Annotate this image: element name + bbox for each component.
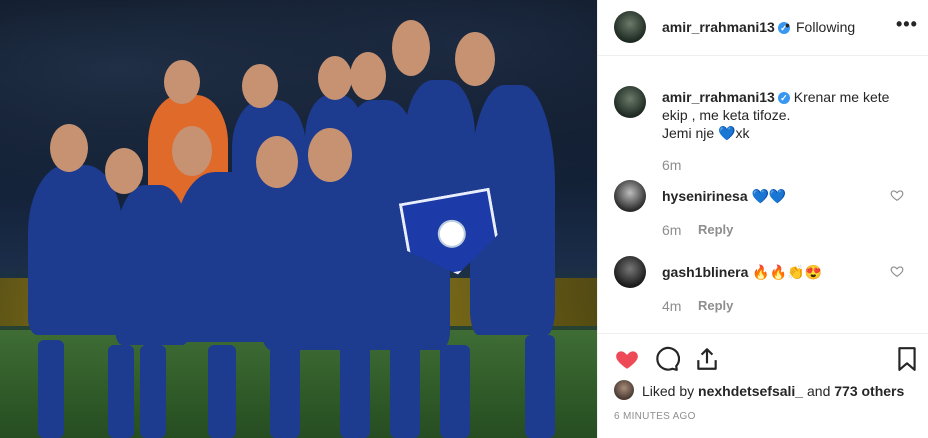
player-head [318,56,352,100]
comment-time: 6m [662,222,682,238]
likes-count[interactable]: 773 others [834,383,904,399]
heart-icon[interactable] [614,346,640,372]
author-avatar[interactable] [614,11,646,43]
following-button[interactable]: Following [796,19,855,35]
player-head [392,20,430,76]
player-head [164,60,200,104]
author-username[interactable]: amir_rrahmani13 ✓ [662,19,790,35]
caption-text: amir_rrahmani13 ✓ Krenar me kete ekip , m… [662,89,890,141]
player-legs [390,345,420,438]
player-legs [140,345,166,438]
caption-avatar[interactable] [614,86,646,118]
comment-body: hyseni​rinesa 💙💙 [662,188,787,204]
player-legs [38,340,64,438]
player-head [350,52,386,100]
post-photo[interactable] [0,0,597,438]
comment-item: hyseni​rinesa 💙💙 6m Reply [614,180,914,240]
comment-time: 4m [662,298,682,314]
player-head [105,148,143,194]
player-head [256,136,298,188]
commenter-avatar[interactable] [614,256,646,288]
player [175,172,275,342]
post-header: amir_rrahmani13 ✓ • Following ••• [598,0,928,56]
comment-item: gash1blinera 🔥🔥👏😍 4m Reply [614,256,914,316]
caption-username[interactable]: amir_rrahmani13 ✓ [662,89,790,105]
player-head [455,32,495,86]
separator: • [785,17,790,33]
player-head [242,64,278,108]
bookmark-icon[interactable] [894,346,920,372]
player-head [50,124,88,172]
player-legs [208,345,236,438]
liker-username[interactable]: nexhdetsefsali_ [698,383,803,399]
commenter-avatar[interactable] [614,180,646,212]
comment-like-heart-icon[interactable] [890,264,904,278]
comment-like-heart-icon[interactable] [890,188,904,202]
player-legs [340,345,370,438]
player-legs [108,345,134,438]
reply-button[interactable]: Reply [698,222,733,237]
player [28,165,123,335]
likes-summary: Liked by nexhdetsefsali_ and 773 others [614,380,914,400]
comment-body: gash1blinera 🔥🔥👏😍 [662,264,822,280]
comment-icon[interactable] [654,346,680,372]
verified-badge-icon: ✓ [777,92,790,105]
reply-button[interactable]: Reply [698,298,733,313]
action-bar [598,333,928,381]
player-head [172,126,212,176]
commenter-username[interactable]: gash1blinera [662,264,748,280]
player-legs [270,340,300,438]
caption-time: 6m [662,157,682,173]
more-options-icon[interactable]: ••• [896,14,918,35]
commenter-username[interactable]: hyseni​rinesa [662,188,748,204]
football-logo [436,218,468,250]
player-head [308,128,352,182]
liker-avatar[interactable] [614,380,634,400]
player-legs [440,345,470,438]
post-timestamp[interactable]: 6 MINUTES AGO [614,411,696,422]
share-icon[interactable] [694,346,720,372]
post-panel: amir_rrahmani13 ✓ • Following ••• amir_rr… [597,0,928,438]
player-legs [525,335,555,438]
blue-heart-icon: 💙 [718,125,736,141]
